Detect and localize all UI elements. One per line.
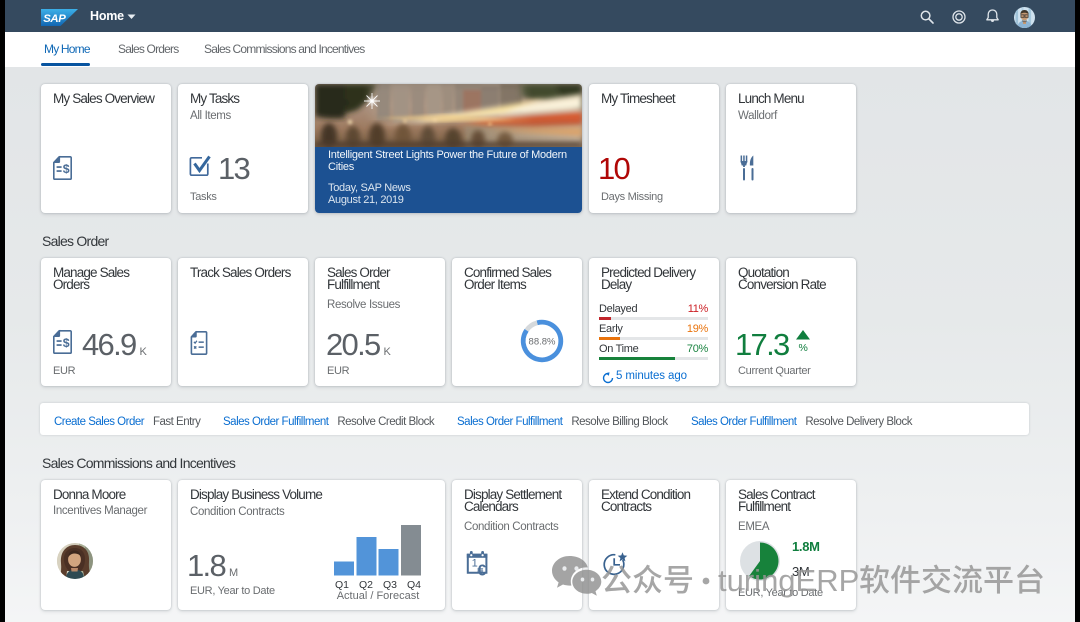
svg-text:turingERP: turingERP <box>718 563 859 598</box>
